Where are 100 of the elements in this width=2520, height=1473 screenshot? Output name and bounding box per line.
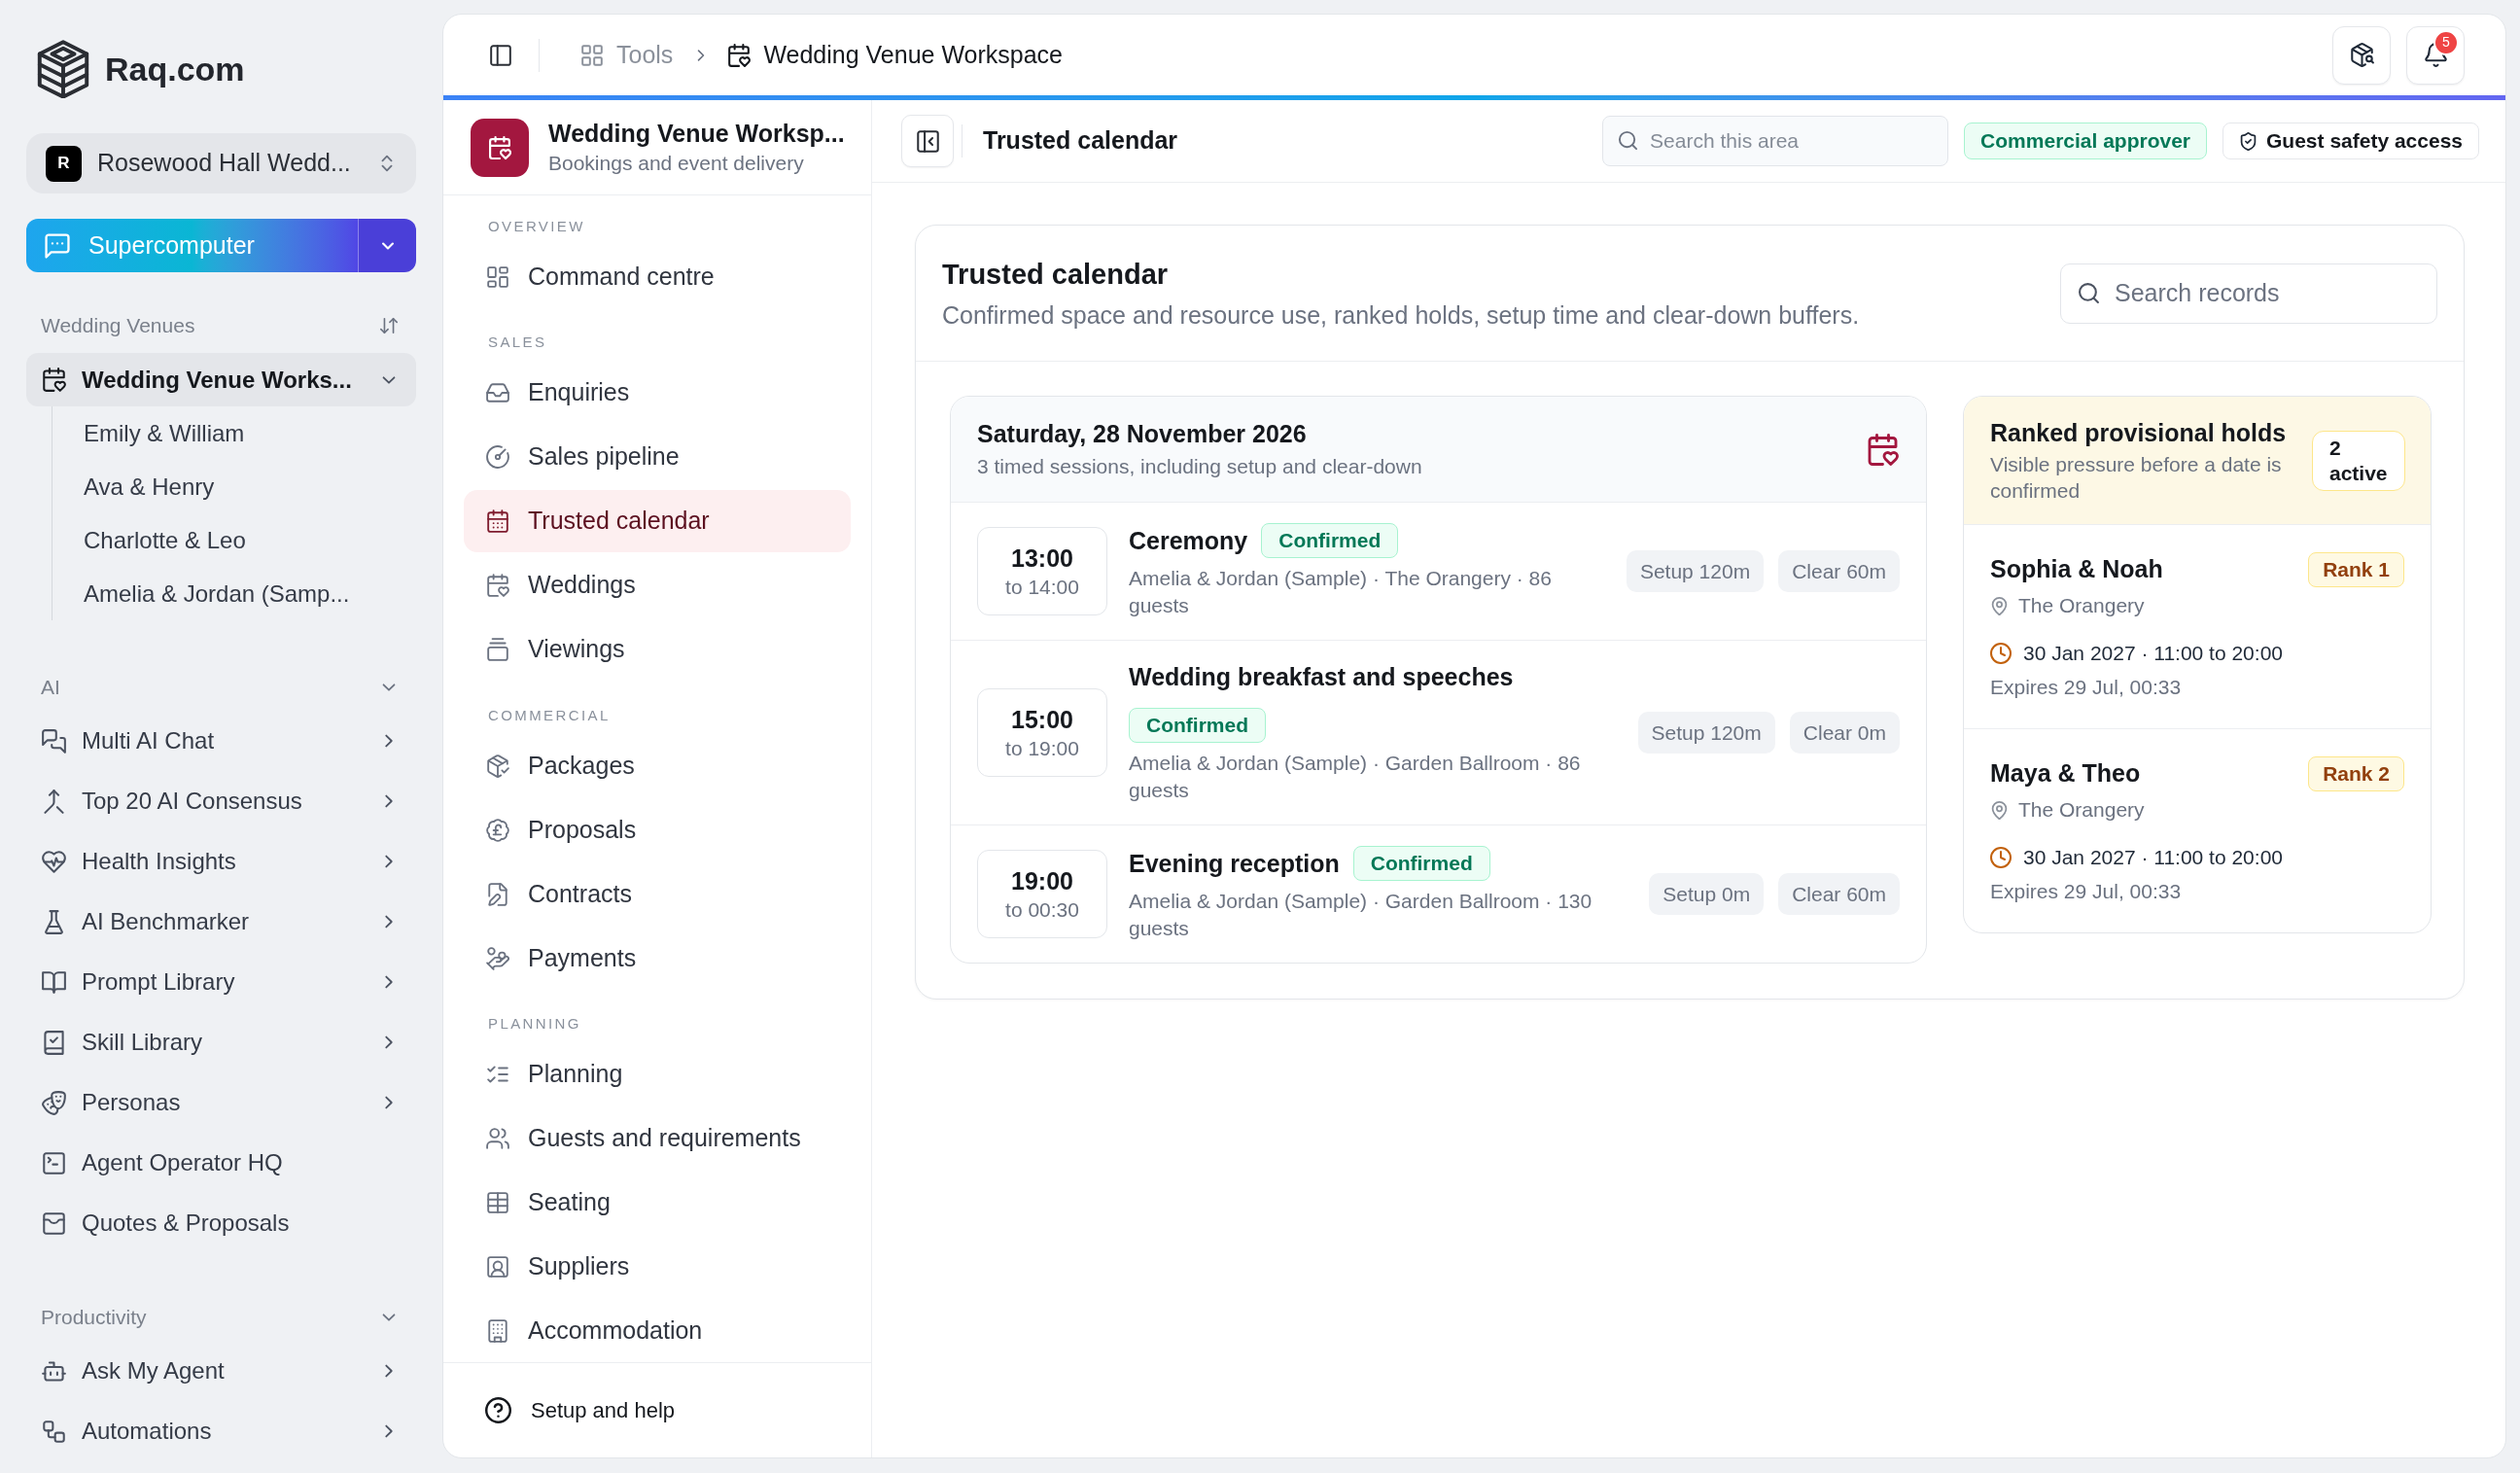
sidebar-item[interactable]: Ask My Agent: [26, 1341, 416, 1401]
section-label: Productivity: [41, 1305, 147, 1331]
nav-item[interactable]: Suppliers: [464, 1236, 851, 1298]
search-field[interactable]: Search records: [2060, 263, 2437, 324]
nav-item[interactable]: Viewings: [464, 618, 851, 681]
session-details: Amelia & Jordan (Sample) · The Orangery · 86 guests: [1129, 566, 1553, 618]
calendar-heart-icon: [486, 574, 509, 597]
nav-item[interactable]: Weddings: [464, 554, 851, 616]
dashboard-grid-icon: [486, 264, 509, 289]
day-summary: 3 timed sessions, including setup and clear-down: [977, 454, 1422, 479]
setup-buffer-tag: Setup 120m: [1637, 712, 1775, 754]
nav-item[interactable]: Packages: [464, 734, 851, 797]
hold-time: 30 Jan 2027 · 11:00 to 20:00: [2023, 641, 2283, 667]
help-link[interactable]: Setup and help: [464, 1394, 697, 1426]
package-search-icon: [2349, 43, 2374, 67]
sidebar-item[interactable]: Health Insights: [26, 831, 416, 892]
nav-item[interactable]: Accommodation: [464, 1300, 851, 1362]
module-title: Wedding Venue Worksp...: [548, 119, 844, 149]
robot-icon: [42, 1358, 66, 1384]
chat-bubble-icon: [44, 231, 71, 260]
sidebar-item[interactable]: Personas: [26, 1072, 416, 1133]
stacked-cards-icon: [486, 638, 509, 661]
section-title: Trusted calendar: [942, 257, 1170, 292]
notification-count: 5: [2433, 29, 2459, 55]
clear-buffer-tag: Clear 0m: [1789, 712, 1900, 754]
sidebar-item[interactable]: Automations: [26, 1401, 416, 1461]
nav-item[interactable]: Sales pipeline: [464, 426, 851, 488]
hold-expiry: Expires 29 Jul, 00:33: [1990, 879, 2183, 904]
grid-icon: [580, 43, 604, 67]
nav-item[interactable]: Command centre: [464, 245, 851, 308]
map-pin-icon: [1990, 596, 2009, 615]
nav-item[interactable]: Payments: [464, 927, 851, 990]
sidebar-item[interactable]: AI Benchmarker: [26, 892, 416, 952]
session-details: Amelia & Jordan (Sample) · Garden Ballroom · 130 guests: [1129, 889, 1593, 941]
sidebar-subitem[interactable]: Emily & William: [83, 406, 416, 460]
workspace-switcher[interactable]: R Rosewood Hall Wedd...: [26, 133, 416, 193]
section-label: AI: [41, 675, 60, 701]
help-circle-icon: [485, 1397, 511, 1423]
nav-item[interactable]: Enquiries: [464, 362, 851, 424]
envelope-icon: [42, 1210, 66, 1236]
hold-time: 30 Jan 2027 · 11:00 to 20:00: [2023, 845, 2283, 871]
rank-badge: Rank 1: [2308, 552, 2404, 587]
hold-name: Sophia & Noah: [1990, 554, 2163, 585]
sidebar-subitem[interactable]: Ava & Henry: [83, 460, 416, 513]
package-search-button[interactable]: [2332, 25, 2391, 85]
collapse-panel-button[interactable]: [901, 115, 954, 167]
sidebar-item[interactable]: Wedding Venue Works...: [26, 353, 416, 406]
sidebar-item[interactable]: Prompt Library: [26, 952, 416, 1012]
users-icon: [486, 1127, 509, 1150]
sidebar-toggle-button[interactable]: [488, 42, 513, 68]
search-icon: [1618, 130, 1639, 151]
nav-item[interactable]: Proposals: [464, 798, 851, 861]
sidebar-item[interactable]: Skill Library: [26, 1012, 416, 1072]
holds-title: Ranked provisional holds: [1990, 418, 2288, 448]
sort-icon[interactable]: [379, 315, 399, 336]
sidebar-item[interactable]: Top 20 AI Consensus: [26, 771, 416, 831]
dropdown-button[interactable]: [358, 219, 416, 272]
nav-item[interactable]: Trusted calendar: [464, 490, 851, 552]
theater-masks-icon: [42, 1090, 66, 1115]
setup-buffer-tag: Setup 120m: [1626, 550, 1765, 592]
setup-buffer-tag: Setup 0m: [1649, 873, 1765, 915]
section-label: COMMERCIAL: [487, 705, 612, 725]
status-badge: Confirmed: [1261, 523, 1399, 558]
clear-buffer-tag: Clear 60m: [1778, 550, 1900, 592]
day-title: Saturday, 28 November 2026: [977, 419, 1308, 449]
section-label: Wedding Venues: [41, 313, 195, 339]
clock-icon: [1990, 847, 2012, 868]
calendar-heart-icon: [42, 368, 66, 392]
notebook-check-icon: [42, 1030, 66, 1055]
building-icon: [486, 1319, 509, 1343]
sidebar-subitem[interactable]: Amelia & Jordan (Samp...: [83, 567, 416, 620]
sidebar-item[interactable]: Agent Operator HQ: [26, 1133, 416, 1193]
nav-item[interactable]: Seating: [464, 1172, 851, 1234]
count-badge: 2 active: [2312, 431, 2405, 491]
nav-item[interactable]: Planning: [464, 1043, 851, 1105]
nav-item[interactable]: Guests and requirements: [464, 1107, 851, 1170]
shield-check-icon: [2239, 131, 2258, 151]
table-icon: [486, 1191, 509, 1214]
sidebar-subitem[interactable]: Charlotte & Leo: [83, 513, 416, 567]
rank-badge: Rank 2: [2308, 756, 2404, 791]
start-time: 19:00: [1011, 865, 1073, 895]
permission-label: Guest safety access: [2266, 128, 2463, 155]
end-time: to 19:00: [1005, 735, 1079, 761]
notifications-button[interactable]: 5: [2406, 25, 2465, 85]
sidebar-panel-icon: [489, 43, 512, 67]
workspace-initial: R: [46, 145, 82, 182]
sidebar-item[interactable]: Quotes & Proposals: [26, 1193, 416, 1253]
sidebar-item[interactable]: Multi AI Chat: [26, 711, 416, 771]
breadcrumb-current[interactable]: Wedding Venue Workspace: [727, 36, 1063, 74]
search-icon: [2078, 281, 2100, 304]
hand-coins-icon: [486, 946, 509, 970]
clock-icon: [1990, 643, 2012, 664]
pound-badge-icon: [486, 818, 509, 842]
calendar-icon: [486, 509, 509, 533]
search-field[interactable]: Search this area: [1602, 116, 1949, 166]
page-title: Trusted calendar: [983, 125, 1178, 157]
gauge-icon: [486, 445, 509, 469]
file-pen-icon: [486, 882, 509, 906]
clear-buffer-tag: Clear 60m: [1778, 873, 1900, 915]
nav-item[interactable]: Contracts: [464, 862, 851, 926]
